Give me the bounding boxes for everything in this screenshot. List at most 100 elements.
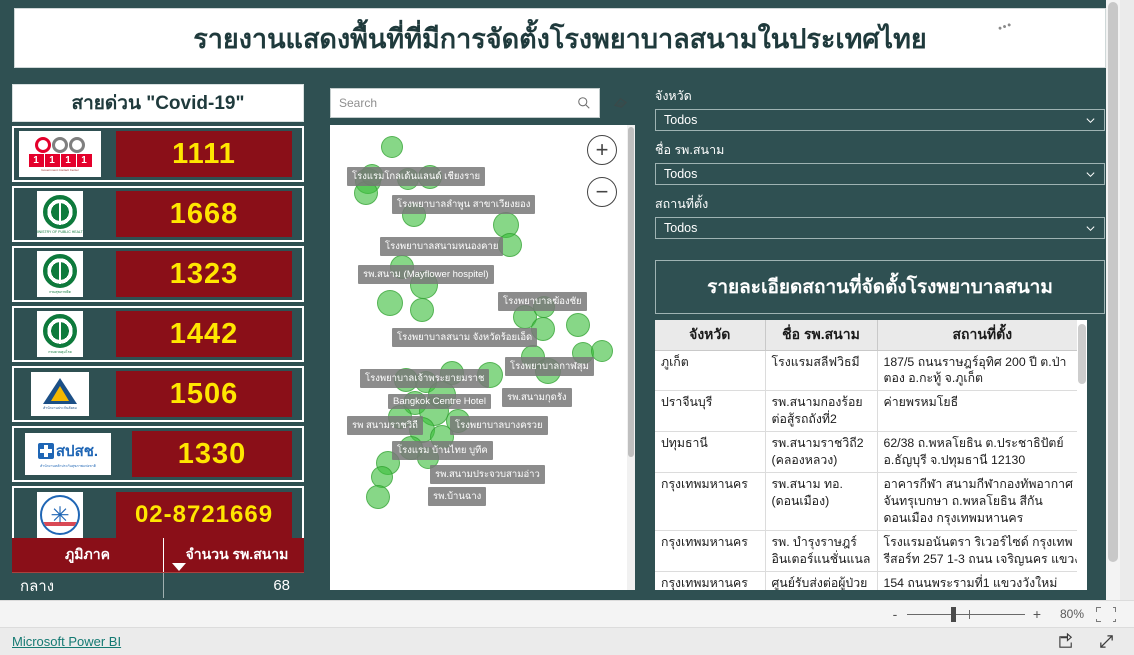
zoom-slider-track[interactable] (907, 606, 1025, 622)
filter-label-location: สถานที่ตั้ง (655, 197, 709, 211)
cell-hospital: รพ.สนาม ทอ. (ดอนเมือง) (765, 472, 878, 532)
scrollbar-thumb[interactable] (1108, 2, 1118, 562)
detail-title: รายละเอียดสถานที่จัดตั้งโรงพยาบาลสนาม (655, 260, 1105, 314)
fit-to-page-icon[interactable] (1096, 606, 1118, 624)
zoom-in-button[interactable]: + (1032, 607, 1042, 621)
detail-vertical-scrollbar[interactable] (1077, 320, 1087, 590)
column-header-province[interactable]: จังหวัด (655, 320, 766, 351)
cell-location: 62/38 ถ.พหลโยธิน ต.ประชาธิปัตย์ อ.ธัญบุร… (877, 431, 1087, 474)
table-row[interactable]: กรุงเทพมหานคร รพ. บำรุงราษฎร์อินเตอร์แนชั… (655, 530, 1087, 573)
moph-health-dept-logo: กรมสุขภาพจิต (14, 249, 106, 299)
cell-province: ปราจีนบุรี (655, 390, 766, 433)
hotline-row[interactable]: กรมควบคุมโรค 1442 (12, 306, 304, 362)
zoom-out-button[interactable]: - (890, 607, 900, 621)
map-bubble[interactable] (591, 340, 613, 362)
table-row[interactable]: กรุงเทพมหานคร รพ.สนาม ทอ. (ดอนเมือง) อาคาร… (655, 472, 1087, 532)
search-input[interactable] (339, 96, 577, 110)
detail-panel: รายละเอียดสถานที่จัดตั้งโรงพยาบาลสนาม จั… (655, 260, 1105, 590)
more-options-icon[interactable]: ••• (997, 19, 1015, 35)
column-header-region[interactable]: ภูมิภาค (12, 538, 164, 572)
filter-dropdown-location[interactable]: Todos (655, 217, 1105, 239)
column-header-hospital[interactable]: ชื่อ รพ.สนาม (765, 320, 878, 351)
report-title-banner: รายงานแสดงพื้นที่ที่มีการจัดตั้งโรงพยาบา… (14, 8, 1106, 68)
map-bubble[interactable] (410, 298, 434, 322)
filter-value-location: Todos (664, 221, 698, 235)
hotline-row[interactable]: สำนักงานประกันสังคม 1506 (12, 366, 304, 422)
map-zoom-out-button[interactable]: − (587, 177, 617, 207)
column-header-count[interactable]: จำนวน รพ.สนาม (164, 538, 304, 572)
table-header-row: จังหวัด ชื่อ รพ.สนาม สถานที่ตั้ง (655, 320, 1087, 351)
share-icon[interactable] (1058, 632, 1076, 651)
scrollbar-thumb[interactable] (628, 127, 634, 457)
sort-descending-icon (172, 563, 186, 571)
map-bubble[interactable] (566, 313, 590, 337)
eraser-icon[interactable] (613, 95, 629, 111)
moph-logo: MINISTRY OF PUBLIC HEALTH (14, 189, 106, 239)
cell-hospital: โรงแรมสลีฟวิธมี (765, 350, 878, 392)
chevron-down-icon[interactable] (1085, 169, 1096, 180)
chevron-down-icon[interactable] (1085, 115, 1096, 126)
scrollbar-thumb[interactable] (1078, 324, 1086, 384)
table-row[interactable]: ภูเก็ต โรงแรมสลีฟวิธมี 187/5 ถนนราษฎร์อุทิ… (655, 350, 1087, 392)
map-label: โรงพยาบาลเจ้าพระยายมราช (360, 369, 490, 388)
map-bubble[interactable] (381, 136, 403, 158)
hotline-row[interactable]: ✳ 02-8721669 (12, 486, 304, 544)
filter-value-hospital-name: Todos (664, 167, 698, 181)
map-label: รพ.สนามกุดรัง (502, 388, 572, 407)
detail-table[interactable]: จังหวัด ชื่อ รพ.สนาม สถานที่ตั้ง ภูเก็ตโ… (655, 320, 1087, 590)
search-icon[interactable] (577, 96, 591, 110)
detail-table-body: ภูเก็ต โรงแรมสลีฟวิธมี 187/5 ถนนราษฎร์อุทิ… (655, 350, 1087, 590)
hotline-row[interactable]: สปสช. สำนักงานหลักประกันสุขภาพแห่งชาติ 1… (12, 426, 304, 482)
cell-count: 68 (273, 577, 290, 594)
hotline-row[interactable]: กรมสุขภาพจิต 1323 (12, 246, 304, 302)
zoom-level-label: 80% (1059, 607, 1084, 621)
filter-value-province: Todos (664, 113, 698, 127)
cell-location: 187/5 ถนนราษฎร์อุทิศ 200 ปี ต.ป่าตอง อ.ก… (877, 350, 1087, 392)
map-canvas[interactable]: โรงแรมโกลเด้นแลนด์ เชียงราย โรงพยาบาลลำพู… (330, 125, 627, 590)
hotline-number: 1442 (116, 311, 292, 357)
map-bubble[interactable] (377, 290, 403, 316)
column-header-count-label: จำนวน รพ.สนาม (185, 546, 289, 562)
map-zoom-in-button[interactable]: + (587, 135, 617, 165)
canvas-vertical-scrollbar[interactable] (1106, 0, 1120, 600)
column-header-location[interactable]: สถานที่ตั้ง (877, 320, 1087, 351)
map-label: โรงพยาบาลสนาม จังหวัดร้อยเอ็ด (392, 328, 538, 347)
map-label: โรงพยาบาลสนามหนองคาย (380, 237, 504, 256)
chevron-down-icon[interactable] (1085, 223, 1096, 234)
map-vertical-scrollbar[interactable] (627, 125, 635, 590)
fullscreen-icon[interactable] (1098, 633, 1116, 651)
ems-logo: ✳ (14, 490, 106, 540)
table-header-row: ภูมิภาค จำนวน รพ.สนาม (12, 538, 304, 572)
hotline-panel: สายด่วน "Covid-19" 1111 Government Conta… (12, 84, 304, 544)
hotline-header: สายด่วน "Covid-19" (12, 84, 304, 122)
cell-hospital: รพ. บำรุงราษฎร์อินเตอร์แนชั่นแนล (765, 530, 878, 573)
footer-bar: Microsoft Power BI (0, 628, 1134, 655)
zoom-slider-handle[interactable] (951, 606, 956, 622)
power-bi-link[interactable]: Microsoft Power BI (12, 634, 121, 649)
report-canvas: รายงานแสดงพื้นที่ที่มีการจัดตั้งโรงพยาบา… (0, 0, 1120, 600)
filter-label-province: จังหวัด (655, 89, 692, 103)
filter-dropdown-province[interactable]: Todos (655, 109, 1105, 131)
map-label: รพ.บ้านฉาง (428, 487, 487, 506)
table-row[interactable]: ปทุมธานี รพ.สนามราชวิถี2 (คลองหลวง) 62/38 … (655, 431, 1087, 474)
hotline-row[interactable]: 1111 Government Contact Center 1111 (12, 126, 304, 182)
thai-life-assurance-logo: สำนักงานประกันสังคม (14, 369, 106, 419)
map-bubble[interactable] (366, 485, 390, 509)
nhso-spsch-logo: สปสช. สำนักงานหลักประกันสุขภาพแห่งชาติ (14, 429, 122, 479)
hotline-number: 02-8721669 (116, 492, 292, 538)
map-label: รพ สนามราชวิถี (347, 416, 423, 435)
moph-disease-control-logo: กรมควบคุมโรค (14, 309, 106, 359)
map-search-box[interactable] (330, 88, 600, 118)
map-label: Bangkok Centre Hotel (388, 394, 491, 409)
gcc-1111-logo: 1111 Government Contact Center (14, 129, 106, 179)
cell-province: ภูเก็ต (655, 350, 766, 392)
cell-province: กรุงเทพมหานคร (655, 571, 766, 590)
table-row[interactable]: กรุงเทพมหานครศูนย์รับส่งต่อผู้ป่วย กระทร… (655, 571, 1087, 590)
map-label: โรงพยาบาลฆ้องชัย (498, 292, 587, 311)
map-label: โรงพยาบาลลำพูน สาขาเวียงยอง (392, 195, 536, 214)
hotline-row[interactable]: MINISTRY OF PUBLIC HEALTH 1668 (12, 186, 304, 242)
zoom-slider[interactable]: - + (890, 606, 1042, 622)
filter-dropdown-hospital-name[interactable]: Todos (655, 163, 1105, 185)
table-row[interactable]: กลาง 68 (12, 572, 304, 598)
table-row[interactable]: ปราจีนบุรี รพ.สนามกองร้อยต่อสู้รถถังที่2 ค… (655, 390, 1087, 433)
